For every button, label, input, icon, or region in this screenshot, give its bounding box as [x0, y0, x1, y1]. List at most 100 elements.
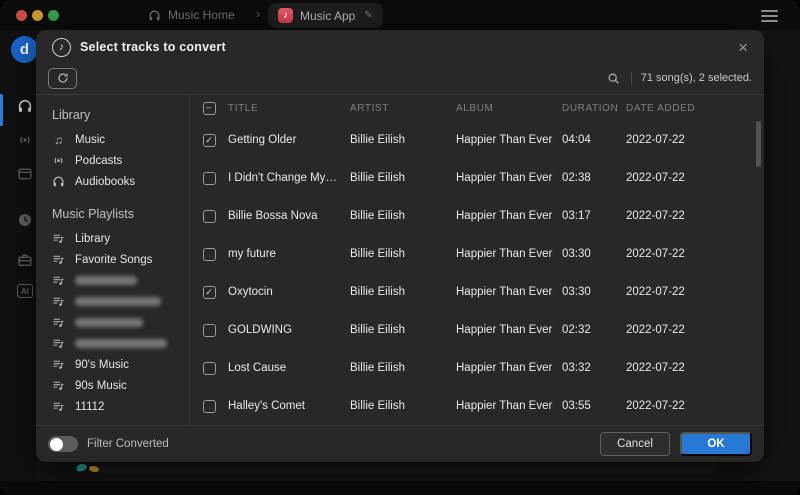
playlist-icon	[52, 400, 65, 413]
table-row[interactable]: GOLDWING Billie Eilish Happier Than Ever 02…	[190, 311, 764, 349]
video-nav-icon[interactable]	[17, 166, 33, 182]
table-row[interactable]: Halley's Comet Billie Eilish Happier Than …	[190, 387, 764, 425]
edit-icon[interactable]: ✎	[364, 10, 372, 21]
sidebar-item-label: Library	[75, 232, 111, 245]
app-sidebar: d AI	[0, 30, 38, 495]
sidebar-item-label: 90's Music	[75, 358, 129, 371]
cell-title: Getting Older	[228, 134, 297, 146]
cell-title: Billie Bossa Nova	[228, 210, 318, 222]
sidebar-item-blurred[interactable]	[52, 291, 189, 312]
cell-duration: 04:04	[562, 134, 591, 146]
toolbox-icon[interactable]	[17, 252, 33, 268]
row-checkbox[interactable]	[202, 399, 216, 413]
tab-music-home[interactable]: Music Home	[148, 0, 235, 30]
select-all-checkbox[interactable]	[202, 101, 216, 115]
toolbar-divider	[630, 71, 632, 85]
music-app-icon: ♪	[278, 8, 293, 23]
cell-title: my future	[228, 248, 276, 260]
sidebar-item-label: Favorite Songs	[75, 253, 153, 266]
header-date-added[interactable]: DATE ADDED	[626, 103, 764, 114]
sidebar-item-90-s-music[interactable]: 90's Music	[52, 354, 189, 375]
search-icon[interactable]	[607, 72, 620, 85]
background-logo-teal-shape	[75, 462, 88, 473]
header-album[interactable]: ALBUM	[456, 103, 562, 114]
cell-duration: 03:30	[562, 286, 591, 298]
sidebar-item-label-blurred	[75, 318, 143, 327]
header-duration[interactable]: DURATION	[562, 103, 626, 114]
sidebar-item-audiobooks[interactable]: Audiobooks	[52, 171, 189, 192]
dialog-title: Select tracks to convert	[80, 40, 226, 54]
sidebar-item-favorite-songs[interactable]: Favorite Songs	[52, 249, 189, 270]
select-tracks-dialog: ♪ Select tracks to convert × 71 song(s),…	[36, 30, 764, 462]
table-row[interactable]: Lost Cause Billie Eilish Happier Than Ever…	[190, 349, 764, 387]
cell-artist: Billie Eilish	[350, 362, 405, 374]
cancel-button[interactable]: Cancel	[600, 432, 670, 456]
row-checkbox[interactable]	[202, 247, 216, 261]
table-row[interactable]: I Didn't Change My Num... Billie Eilish Ha…	[190, 159, 764, 197]
dialog-header: ♪ Select tracks to convert ×	[36, 32, 764, 62]
playlist-icon	[52, 295, 65, 308]
sidebar-item-label: Music	[75, 133, 106, 146]
refresh-button[interactable]	[48, 67, 77, 89]
sidebar-item-label: Podcasts	[75, 154, 123, 167]
sidebar-item-music[interactable]: ♫ Music	[52, 129, 189, 150]
sidebar-item-blurred[interactable]	[52, 270, 189, 291]
cell-duration: 03:32	[562, 362, 591, 374]
playlist-icon	[52, 379, 65, 392]
filter-converted-label: Filter Converted	[87, 438, 169, 450]
ai-tools-icon[interactable]: AI	[17, 284, 33, 298]
music-nav-headphones-icon[interactable]	[17, 98, 33, 114]
cell-duration: 03:55	[562, 400, 591, 412]
podcast-nav-icon[interactable]	[17, 132, 33, 148]
traffic-zoom-button[interactable]	[48, 10, 59, 21]
cell-title: Lost Cause	[228, 362, 287, 374]
sidebar-item-library[interactable]: Library	[52, 228, 189, 249]
cell-title: I Didn't Change My Num...	[228, 172, 350, 184]
row-checkbox[interactable]	[202, 171, 216, 185]
cell-date-added: 2022-07-22	[626, 400, 685, 412]
header-artist[interactable]: ARTIST	[350, 103, 456, 114]
header-title[interactable]: TITLE	[228, 103, 350, 114]
song-count-text: 71 song(s), 2 selected.	[640, 72, 752, 84]
playlist-icon	[52, 274, 65, 287]
table-row[interactable]: Oxytocin Billie Eilish Happier Than Ever 03…	[190, 273, 764, 311]
sidebar-item-podcasts[interactable]: Podcasts	[52, 150, 189, 171]
cell-duration: 03:17	[562, 210, 591, 222]
row-checkbox[interactable]	[202, 361, 216, 375]
sidebar-item-blurred[interactable]	[52, 333, 189, 354]
traffic-minimize-button[interactable]	[32, 10, 43, 21]
filter-converted-toggle[interactable]	[48, 436, 78, 452]
ok-button[interactable]: OK	[680, 432, 752, 456]
row-checkbox[interactable]	[202, 285, 216, 299]
table-row[interactable]: my future Billie Eilish Happier Than Ever 0…	[190, 235, 764, 273]
sidebar-item-blurred[interactable]	[52, 312, 189, 333]
sidebar-section-title: Music Playlists	[52, 207, 134, 221]
tab-active-label: Music App	[300, 8, 356, 23]
dialog-footer: Filter Converted Cancel OK	[36, 425, 764, 462]
scrollbar-thumb[interactable]	[756, 121, 761, 167]
cell-duration: 02:38	[562, 172, 591, 184]
tab-music-app[interactable]: ♪ Music App ✎	[268, 3, 383, 28]
app-logo: d	[11, 36, 38, 63]
sidebar-item-90s-music[interactable]: 90s Music	[52, 375, 189, 396]
playlist-icon	[52, 232, 65, 245]
cell-date-added: 2022-07-22	[626, 172, 685, 184]
row-checkbox[interactable]	[202, 133, 216, 147]
cell-artist: Billie Eilish	[350, 324, 405, 336]
sidebar-item-11112[interactable]: 11112	[52, 396, 189, 417]
playlist-icon	[52, 358, 65, 371]
row-checkbox[interactable]	[202, 209, 216, 223]
cell-date-added: 2022-07-22	[626, 324, 685, 336]
podcast-icon	[52, 154, 65, 167]
row-checkbox[interactable]	[202, 323, 216, 337]
cell-date-added: 2022-07-22	[626, 134, 685, 146]
cell-album: Happier Than Ever	[456, 134, 553, 146]
cell-title: GOLDWING	[228, 324, 292, 336]
traffic-close-button[interactable]	[16, 10, 27, 21]
table-row[interactable]: Getting Older Billie Eilish Happier Than E…	[190, 121, 764, 159]
playlist-icon	[52, 253, 65, 266]
history-clock-icon[interactable]	[17, 212, 33, 228]
close-icon[interactable]: ×	[738, 39, 748, 56]
menu-icon[interactable]	[761, 10, 778, 22]
table-row[interactable]: Billie Bossa Nova Billie Eilish Happier Th…	[190, 197, 764, 235]
